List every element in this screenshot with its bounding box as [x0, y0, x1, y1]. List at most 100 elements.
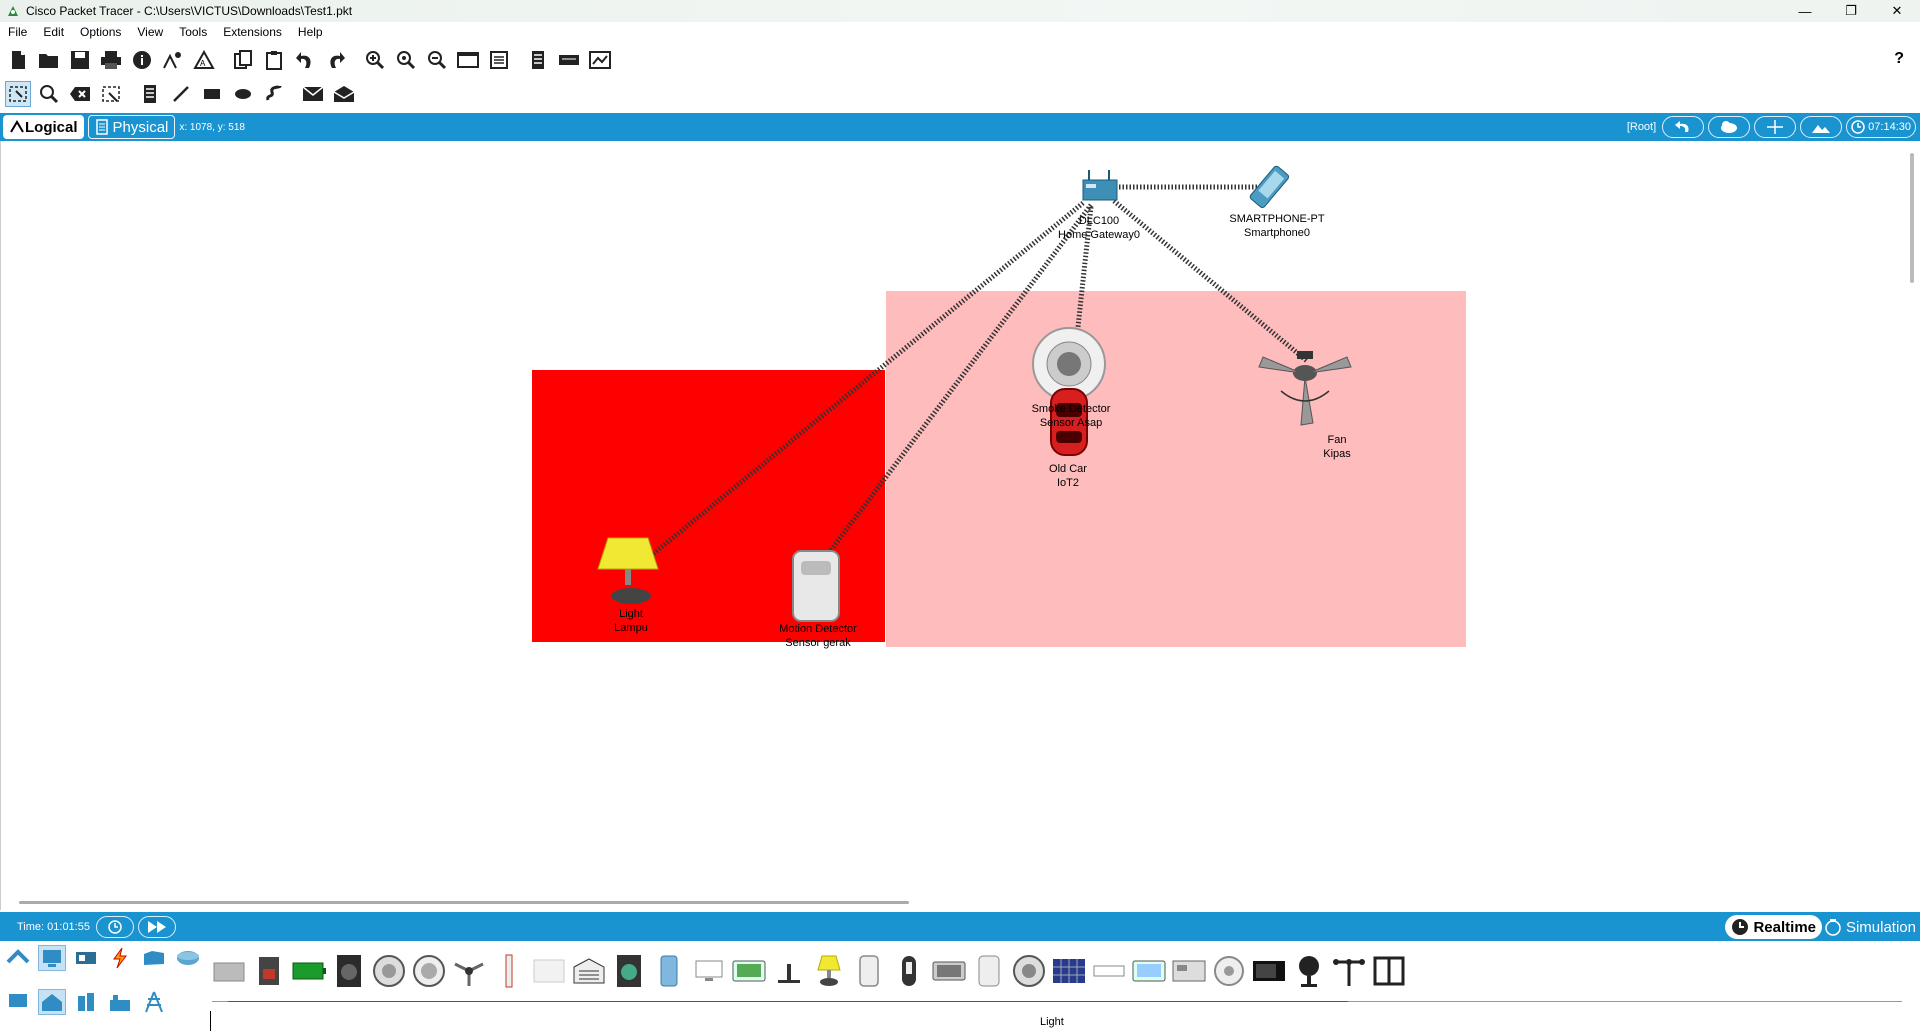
lawn-sprinkler-icon[interactable]	[772, 951, 806, 991]
inspect-tool-icon[interactable]	[36, 81, 62, 107]
connections-icon[interactable]	[106, 945, 134, 971]
coffee-maker-icon[interactable]	[252, 951, 286, 991]
back-button[interactable]	[1662, 116, 1705, 138]
battery-icon[interactable]	[292, 951, 326, 991]
menu-view[interactable]: View	[129, 25, 171, 39]
garage-icon[interactable]	[572, 951, 606, 991]
wind-turbine-icon[interactable]	[1332, 951, 1366, 991]
copy-icon[interactable]	[230, 47, 256, 73]
ceiling-fan-icon[interactable]	[452, 951, 486, 991]
end-devices-icon[interactable]	[38, 945, 66, 971]
garage-door-icon[interactable]	[532, 951, 566, 991]
delete-tool-icon[interactable]	[67, 81, 93, 107]
fire-sprinkler-icon[interactable]	[1172, 951, 1206, 991]
drawing-palette-icon[interactable]	[455, 47, 481, 73]
menu-help[interactable]: Help	[290, 25, 331, 39]
logical-workspace-canvas[interactable]: DLC100 Home Gateway0 SMARTPHONE-PT Smart…	[0, 141, 1920, 910]
clock-display[interactable]: 07:14:30	[1846, 116, 1916, 138]
home-gateway-device[interactable]	[1082, 170, 1118, 201]
palette-scrollbar[interactable]	[228, 1001, 1348, 1002]
vertical-scrollbar[interactable]	[1910, 153, 1914, 283]
root-breadcrumb[interactable]: [Root]	[1627, 121, 1656, 133]
end-devices-sub-icon[interactable]	[4, 989, 32, 1015]
zoom-out-icon[interactable]	[424, 47, 450, 73]
help-icon[interactable]: ?	[1894, 50, 1904, 68]
notes-icon[interactable]	[525, 47, 551, 73]
webcam-panel-icon[interactable]	[1132, 951, 1166, 991]
background-button[interactable]	[1800, 116, 1843, 138]
siren-icon[interactable]	[1212, 951, 1246, 991]
draw-rectangle-icon[interactable]	[199, 81, 225, 107]
freeform-icon[interactable]	[261, 81, 287, 107]
portable-music-icon[interactable]	[972, 951, 1006, 991]
simulation-mode-button[interactable]: Simulation	[1820, 915, 1920, 939]
old-car-icon[interactable]	[932, 951, 966, 991]
appliance-icon[interactable]	[212, 951, 246, 991]
menu-extensions[interactable]: Extensions	[215, 25, 290, 39]
redo-icon[interactable]	[323, 47, 349, 73]
horizontal-scrollbar[interactable]	[19, 901, 909, 904]
miscellaneous-icon[interactable]	[140, 945, 168, 971]
webcam-icon[interactable]	[1292, 951, 1326, 991]
speaker-icon[interactable]	[332, 951, 366, 991]
ceiling-sensor-icon[interactable]	[372, 951, 406, 991]
tab-physical[interactable]: Physical	[87, 115, 176, 139]
device-template-icon[interactable]	[556, 47, 582, 73]
save-icon[interactable]	[67, 47, 93, 73]
new-file-icon[interactable]	[5, 47, 31, 73]
fast-forward-button[interactable]	[137, 915, 176, 938]
maximize-button[interactable]: ❐	[1828, 0, 1874, 22]
door-icon[interactable]	[492, 951, 526, 991]
menu-file[interactable]: File	[0, 25, 35, 39]
activity-wizard-icon[interactable]: A	[191, 47, 217, 73]
draw-line-icon[interactable]	[168, 81, 194, 107]
co-detector-icon[interactable]	[412, 951, 446, 991]
network-devices-icon[interactable]	[4, 945, 32, 971]
web-view-icon[interactable]	[587, 47, 613, 73]
industrial-sub-icon[interactable]	[106, 989, 134, 1015]
smartphone-device[interactable]	[1249, 165, 1290, 209]
multiuser-icon[interactable]	[174, 945, 202, 971]
solar-panel-icon[interactable]	[1052, 951, 1086, 991]
tablet-icon[interactable]	[732, 951, 766, 991]
power-cycle-button[interactable]	[95, 915, 134, 938]
select-tool-icon[interactable]	[5, 81, 31, 107]
draw-ellipse-icon[interactable]	[230, 81, 256, 107]
place-note-icon[interactable]	[137, 81, 163, 107]
realtime-mode-button[interactable]: Realtime	[1725, 915, 1822, 939]
home-devices-sub-icon[interactable]	[38, 989, 66, 1015]
water-heater-icon[interactable]	[652, 951, 686, 991]
menu-edit[interactable]: Edit	[35, 25, 72, 39]
smoke-detector-icon[interactable]	[1012, 951, 1046, 991]
zoom-in-icon[interactable]	[362, 47, 388, 73]
subwoofer-icon[interactable]	[612, 951, 646, 991]
motion-detector-device[interactable]	[792, 550, 840, 622]
motion-detector-icon[interactable]	[852, 951, 886, 991]
minimize-button[interactable]: —	[1782, 0, 1828, 22]
pink-zone[interactable]	[886, 291, 1466, 647]
home-speaker-icon[interactable]	[1252, 951, 1286, 991]
cloud-button[interactable]	[1708, 116, 1751, 138]
viewport-button[interactable]	[1754, 116, 1797, 138]
simple-pdu-icon[interactable]	[300, 81, 326, 107]
tab-logical[interactable]: Logical	[3, 115, 84, 139]
close-button[interactable]: ✕	[1874, 0, 1920, 22]
power-grid-sub-icon[interactable]	[140, 989, 168, 1015]
menu-options[interactable]: Options	[72, 25, 129, 39]
info-icon[interactable]	[129, 47, 155, 73]
network-info-icon[interactable]	[160, 47, 186, 73]
resize-tool-icon[interactable]	[98, 81, 124, 107]
components-icon[interactable]	[72, 945, 100, 971]
monitor-icon[interactable]	[692, 951, 726, 991]
zoom-reset-icon[interactable]	[393, 47, 419, 73]
paste-icon[interactable]	[261, 47, 287, 73]
light-icon[interactable]	[812, 951, 846, 991]
smart-city-sub-icon[interactable]	[72, 989, 100, 1015]
print-icon[interactable]	[98, 47, 124, 73]
thermostat-icon[interactable]	[892, 951, 926, 991]
open-folder-icon[interactable]	[36, 47, 62, 73]
window-icon[interactable]	[1092, 951, 1126, 991]
undo-icon[interactable]	[292, 47, 318, 73]
menu-tools[interactable]: Tools	[171, 25, 215, 39]
garage-window-icon[interactable]	[1372, 951, 1406, 991]
